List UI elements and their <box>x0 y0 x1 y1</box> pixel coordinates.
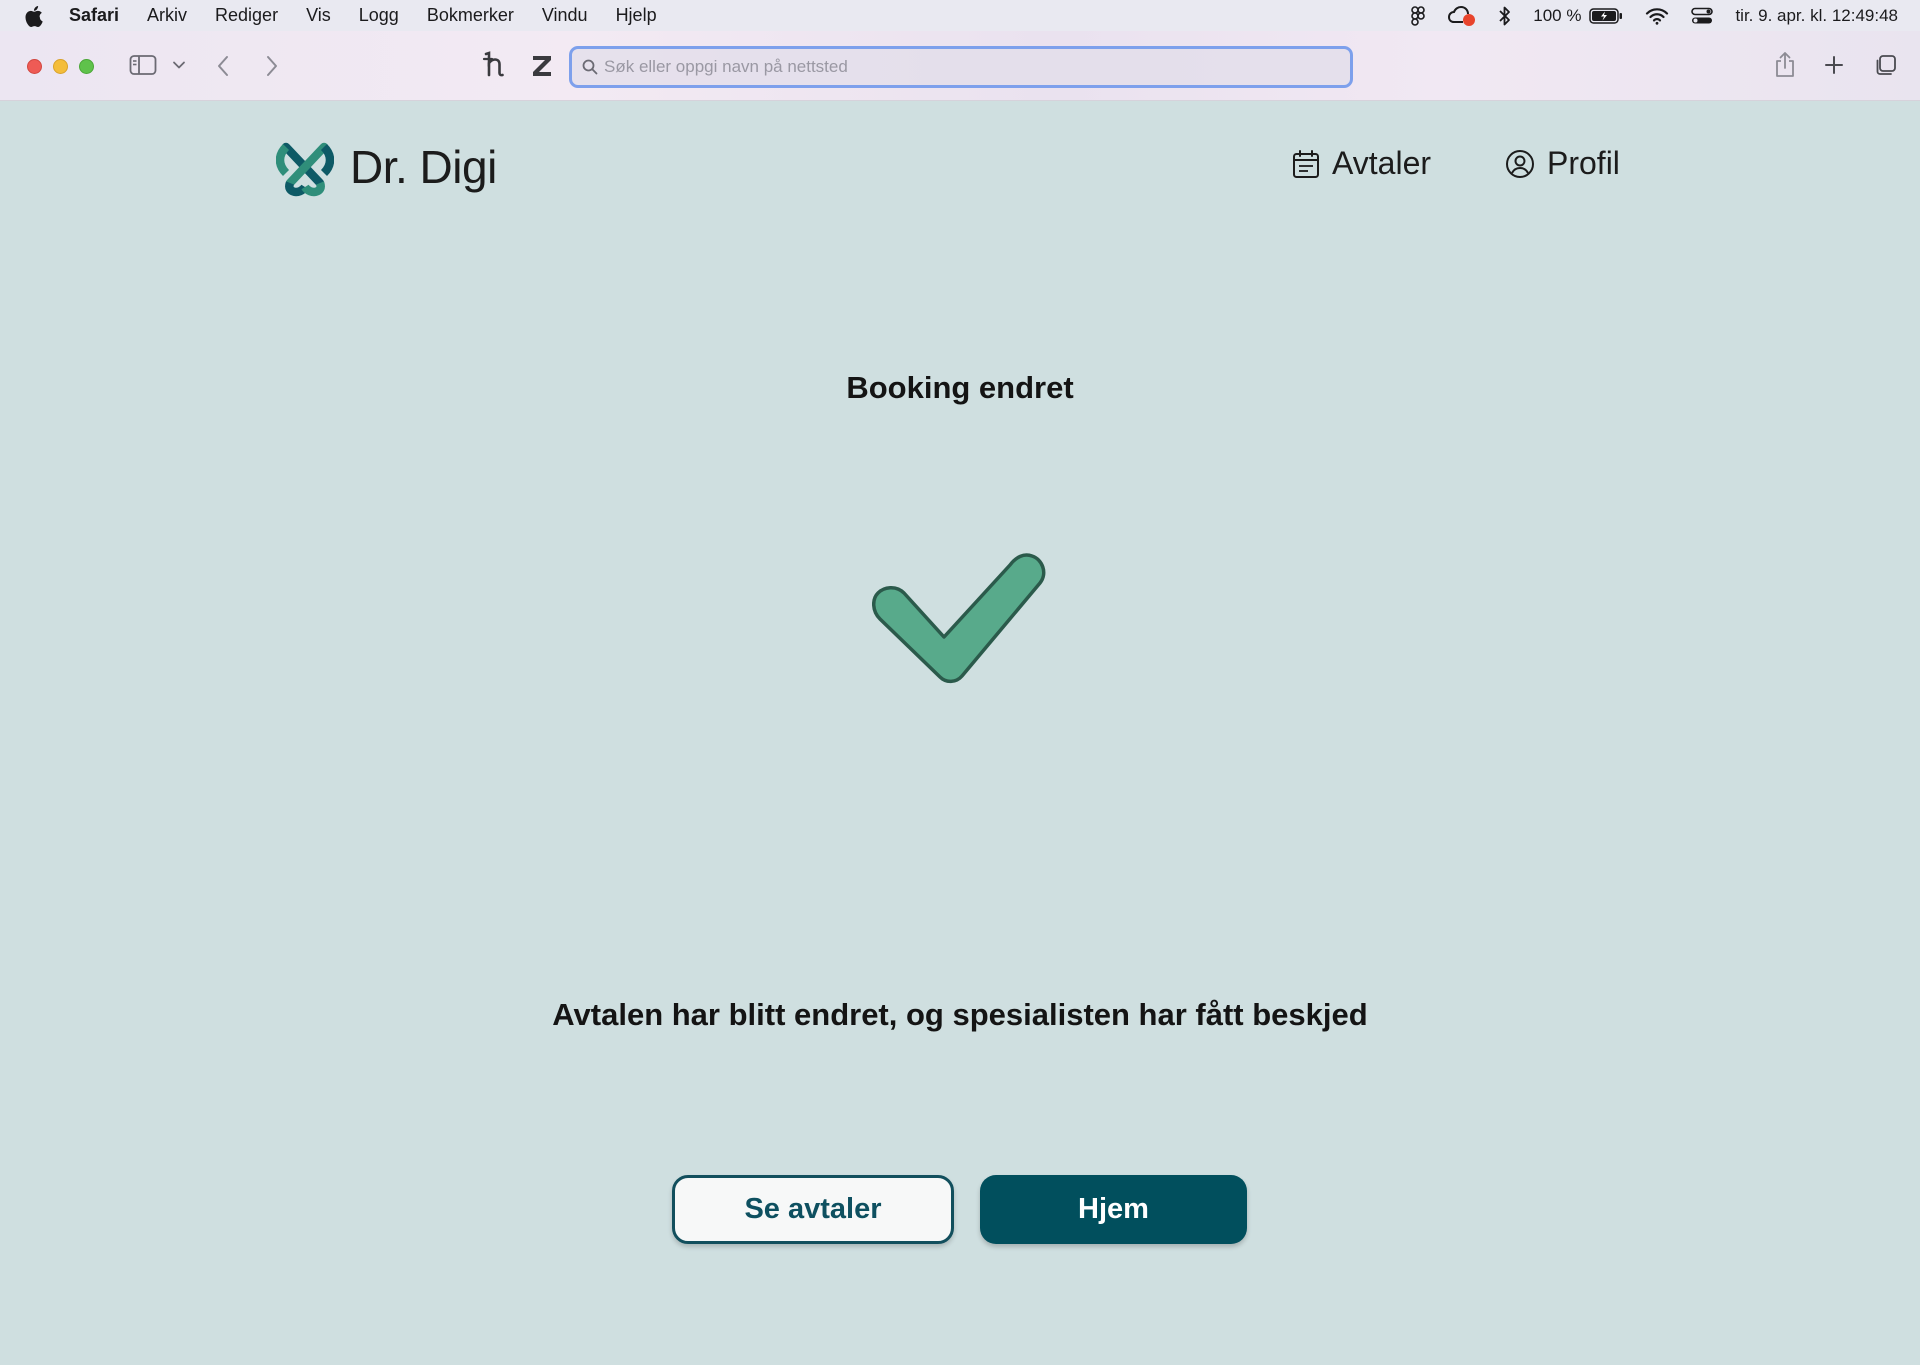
brand-logo[interactable]: Dr. Digi <box>276 137 497 197</box>
menu-vis[interactable]: Vis <box>306 5 331 26</box>
chevron-down-icon[interactable] <box>172 60 186 70</box>
wifi-icon[interactable] <box>1645 7 1669 25</box>
page-title: Booking endret <box>846 370 1074 405</box>
home-button[interactable]: Hjem <box>980 1175 1247 1244</box>
tab-overview-icon[interactable] <box>1873 54 1897 78</box>
new-tab-icon[interactable] <box>1824 55 1844 75</box>
clock[interactable]: tir. 9. apr. kl. 12:49:48 <box>1735 6 1898 26</box>
logo-icon <box>276 137 334 197</box>
window-controls <box>27 59 94 74</box>
browser-toolbar <box>0 31 1920 101</box>
menu-bokmerker[interactable]: Bokmerker <box>427 5 514 26</box>
menu-rediger[interactable]: Rediger <box>215 5 278 26</box>
menu-arkiv[interactable]: Arkiv <box>147 5 187 26</box>
search-icon <box>582 59 598 75</box>
menu-vindu[interactable]: Vindu <box>542 5 588 26</box>
confirmation-message: Avtalen har blitt endret, og spesialiste… <box>552 997 1368 1032</box>
zotero-extension-icon[interactable] <box>531 54 553 78</box>
menu-safari[interactable]: Safari <box>69 5 119 26</box>
minimize-window-button[interactable] <box>53 59 68 74</box>
forward-icon[interactable] <box>265 55 279 77</box>
close-window-button[interactable] <box>27 59 42 74</box>
nav-appointments[interactable]: Avtaler <box>1292 145 1431 182</box>
address-bar[interactable] <box>569 46 1353 88</box>
menu-bar: Safari Arkiv Rediger Vis Logg Bokmerker … <box>0 0 1920 31</box>
back-icon[interactable] <box>216 55 230 77</box>
honey-extension-icon[interactable] <box>482 51 506 79</box>
control-center-icon[interactable] <box>1691 7 1714 25</box>
menu-hjelp[interactable]: Hjelp <box>616 5 657 26</box>
battery-icon <box>1589 7 1623 24</box>
menu-logg[interactable]: Logg <box>359 5 399 26</box>
calendar-icon <box>1292 149 1320 179</box>
share-icon[interactable] <box>1774 51 1796 79</box>
address-input[interactable] <box>604 57 1324 77</box>
brand-name: Dr. Digi <box>350 141 497 193</box>
bluetooth-icon[interactable] <box>1499 6 1511 26</box>
battery-percent: 100 % <box>1533 5 1582 25</box>
nav-appointments-label: Avtaler <box>1332 145 1432 181</box>
status-area: 100 % tir. 9. apr. kl. 12:49:48 <box>1411 0 1898 31</box>
battery-status[interactable]: 100 % <box>1533 6 1623 26</box>
apple-icon[interactable] <box>25 5 47 27</box>
creative-cloud-icon[interactable] <box>1447 5 1477 27</box>
nav-profile[interactable]: Profil <box>1505 145 1620 182</box>
nav-profile-label: Profil <box>1547 145 1620 181</box>
user-icon <box>1505 149 1535 179</box>
checkmark-icon <box>872 543 1046 698</box>
sidebar-toggle-icon[interactable] <box>129 54 157 76</box>
figma-icon[interactable] <box>1411 5 1426 26</box>
zoom-window-button[interactable] <box>79 59 94 74</box>
see-appointments-button[interactable]: Se avtaler <box>672 1175 954 1244</box>
